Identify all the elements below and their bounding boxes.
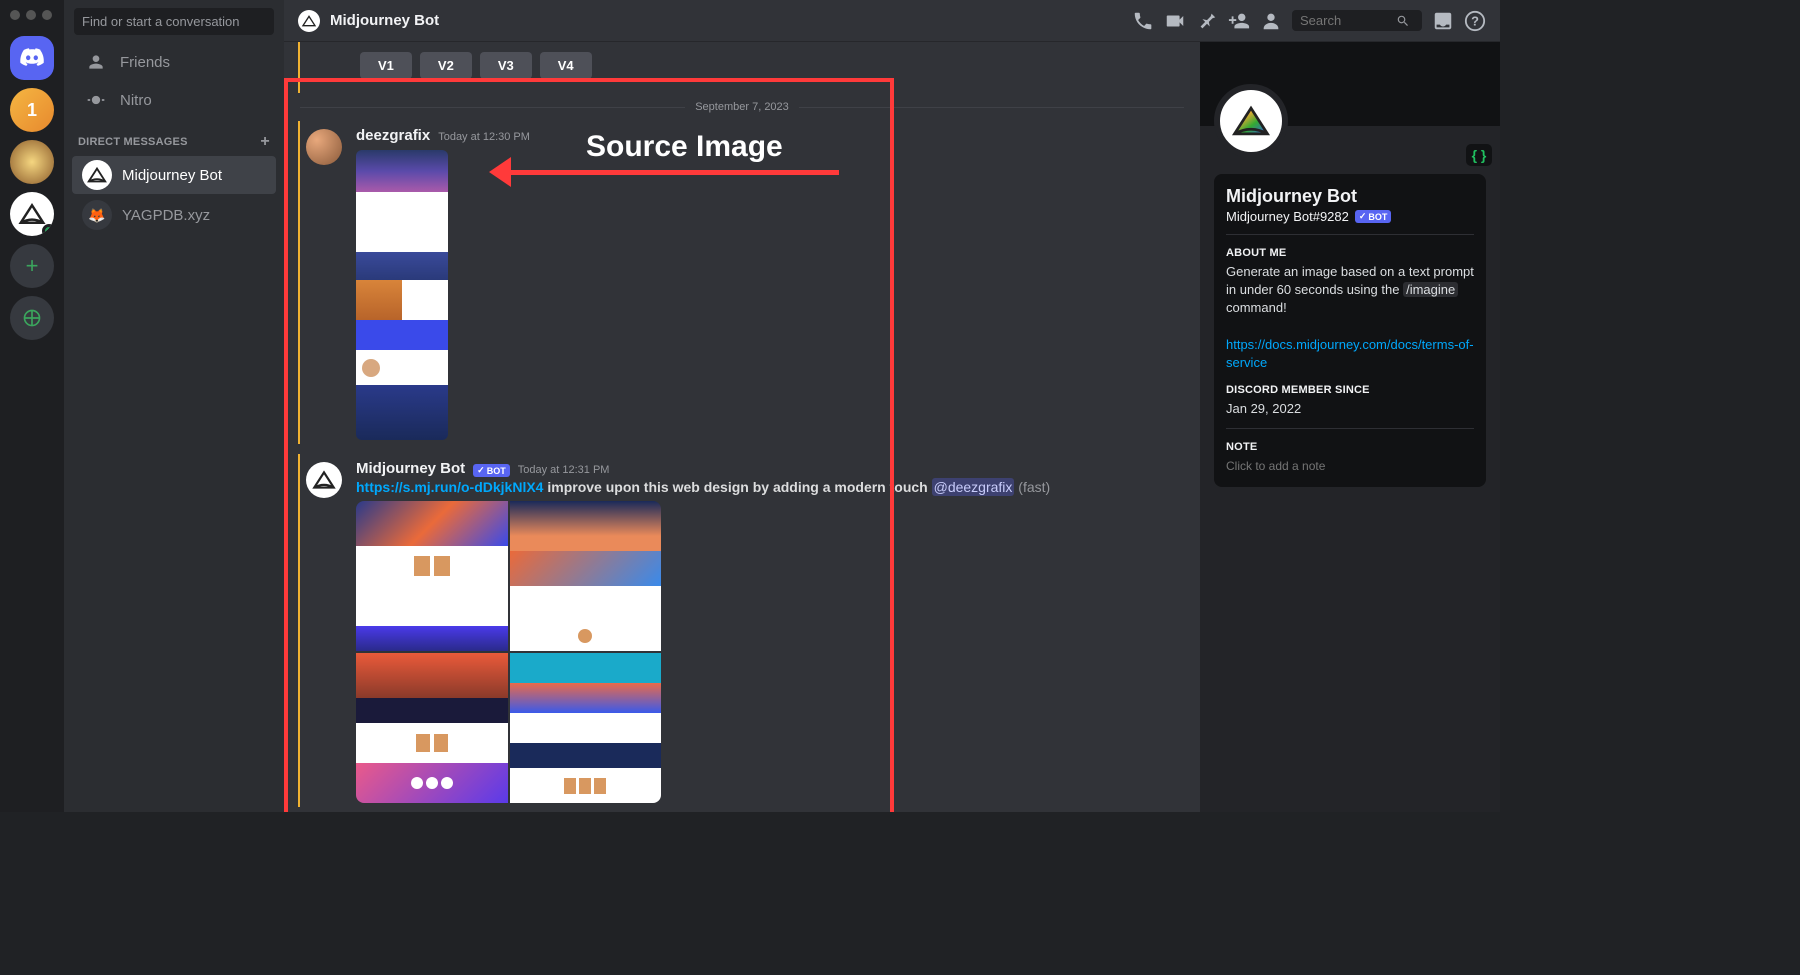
search-box[interactable] xyxy=(1292,10,1422,31)
tos-link[interactable]: https://docs.midjourney.com/docs/terms-o… xyxy=(1226,337,1474,370)
member-since-header: DISCORD MEMBER SINCE xyxy=(1226,384,1474,396)
message-list: V1 V2 V3 V4 September 7, 2023 deezgrafix xyxy=(284,42,1200,812)
source-link[interactable]: https://s.mj.run/o-dDkjkNlX4 xyxy=(356,479,543,495)
create-dm-button[interactable]: + xyxy=(260,133,270,151)
note-header: NOTE xyxy=(1226,441,1474,453)
nitro-nav[interactable]: Nitro xyxy=(72,82,276,118)
bot-badge: ✓ BOT xyxy=(473,464,510,477)
profile-discriminator: Midjourney Bot#9282 xyxy=(1226,209,1349,224)
variation-button-row: V1 V2 V3 V4 xyxy=(360,52,592,79)
explore-servers-button[interactable] xyxy=(10,296,54,340)
inbox-icon[interactable] xyxy=(1432,10,1454,32)
nitro-label: Nitro xyxy=(120,92,152,109)
add-friend-icon[interactable] xyxy=(1228,10,1250,32)
discord-home-button[interactable] xyxy=(10,36,54,80)
friends-label: Friends xyxy=(120,54,170,71)
profile-panel: { } Midjourney Bot Midjourney Bot#9282 ✓… xyxy=(1200,42,1500,812)
guild-bar: 1 + xyxy=(0,0,64,812)
date-divider: September 7, 2023 xyxy=(300,101,1184,113)
pin-icon[interactable] xyxy=(1196,10,1218,32)
uploaded-image[interactable] xyxy=(356,150,448,440)
about-body: Generate an image based on a text prompt… xyxy=(1226,263,1474,372)
channel-title: Midjourney Bot xyxy=(330,12,439,29)
about-header: ABOUT ME xyxy=(1226,247,1474,259)
video-call-icon[interactable] xyxy=(1164,10,1186,32)
dm-midjourney-bot[interactable]: Midjourney Bot xyxy=(72,156,276,194)
timestamp: Today at 12:31 PM xyxy=(518,464,610,476)
v2-button[interactable]: V2 xyxy=(420,52,472,79)
guild-icon-midjourney[interactable] xyxy=(10,192,54,236)
profile-avatar[interactable] xyxy=(1214,84,1288,158)
username[interactable]: Midjourney Bot xyxy=(356,460,465,477)
help-icon[interactable]: ? xyxy=(1464,10,1486,32)
member-since-date: Jan 29, 2022 xyxy=(1226,400,1474,418)
imagine-command: /imagine xyxy=(1403,282,1458,297)
username[interactable]: deezgrafix xyxy=(356,127,430,144)
guild-icon-1[interactable]: 1 xyxy=(10,88,54,132)
search-icon xyxy=(1396,14,1410,28)
dm-section-header: DIRECT MESSAGES + xyxy=(64,119,284,155)
prompt-text: https://s.mj.run/o-dDkjkNlX4 improve upo… xyxy=(356,479,1184,495)
user-profile-icon[interactable] xyxy=(1260,10,1282,32)
v1-button[interactable]: V1 xyxy=(360,52,412,79)
bot-badge: ✓ BOT xyxy=(1355,210,1392,223)
dev-badge-icon: { } xyxy=(1466,144,1492,166)
timestamp: Today at 12:30 PM xyxy=(438,131,530,143)
note-input[interactable] xyxy=(1226,459,1474,473)
profile-name: Midjourney Bot xyxy=(1226,186,1474,207)
user-mention[interactable]: @deezgrafix xyxy=(932,478,1015,496)
search-input[interactable] xyxy=(1300,13,1390,28)
find-conversation-input[interactable]: Find or start a conversation xyxy=(74,8,274,35)
dm-sidebar: Find or start a conversation Friends Nit… xyxy=(64,0,284,812)
friends-nav[interactable]: Friends xyxy=(72,44,276,80)
voice-call-icon[interactable] xyxy=(1132,10,1154,32)
window-traffic-lights xyxy=(10,10,52,20)
avatar-deezgrafix[interactable] xyxy=(306,129,342,165)
avatar-midjourney[interactable] xyxy=(306,462,342,498)
message-user: deezgrafix Today at 12:30 PM xyxy=(298,121,1184,444)
message-bot: Midjourney Bot ✓ BOT Today at 12:31 PM h… xyxy=(298,454,1184,807)
svg-text:?: ? xyxy=(1471,13,1479,28)
add-server-button[interactable]: + xyxy=(10,244,54,288)
dm-yagpdb[interactable]: 🦊 YAGPDB.xyz xyxy=(72,196,276,234)
result-image-grid[interactable] xyxy=(356,501,661,803)
v4-button[interactable]: V4 xyxy=(540,52,592,79)
channel-header: Midjourney Bot ? xyxy=(284,0,1500,42)
guild-icon-2[interactable] xyxy=(10,140,54,184)
v3-button[interactable]: V3 xyxy=(480,52,532,79)
